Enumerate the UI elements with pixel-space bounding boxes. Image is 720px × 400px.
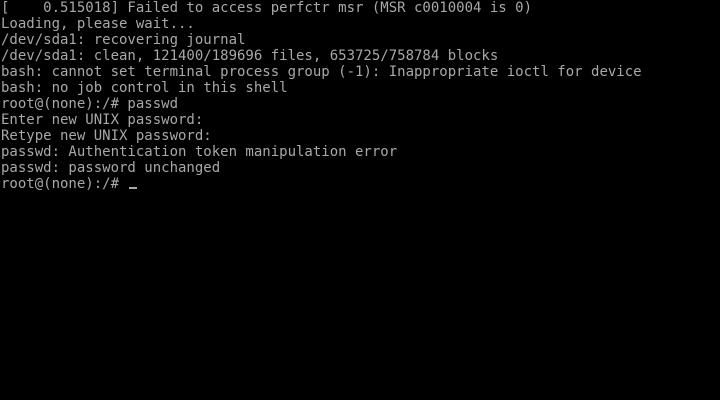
console-screen[interactable]: [ 0.515018] Failed to access perfctr msr… xyxy=(0,0,720,400)
command-prompt-line[interactable]: root@(none):/# xyxy=(1,176,720,192)
passwd-unchanged-line: passwd: password unchanged xyxy=(1,160,221,176)
enter-password-prompt: Enter new UNIX password: xyxy=(1,112,204,128)
retype-password-prompt: Retype new UNIX password: xyxy=(1,128,212,144)
fsck-recovering-line: /dev/sda1: recovering journal xyxy=(1,32,246,48)
shell-prompt: root@(none):/# xyxy=(1,176,128,192)
loading-line: Loading, please wait... xyxy=(1,16,195,32)
passwd-error-line: passwd: Authentication token manipulatio… xyxy=(1,144,398,160)
bash-job-control-line: bash: no job control in this shell xyxy=(1,80,288,96)
kernel-log-line: [ 0.515018] Failed to access perfctr msr… xyxy=(1,0,533,16)
fsck-clean-line: /dev/sda1: clean, 121400/189696 files, 6… xyxy=(1,48,499,64)
bash-warning-line: bash: cannot set terminal process group … xyxy=(1,64,642,80)
passwd-command-line: root@(none):/# passwd xyxy=(1,96,179,112)
text-cursor xyxy=(129,187,138,189)
